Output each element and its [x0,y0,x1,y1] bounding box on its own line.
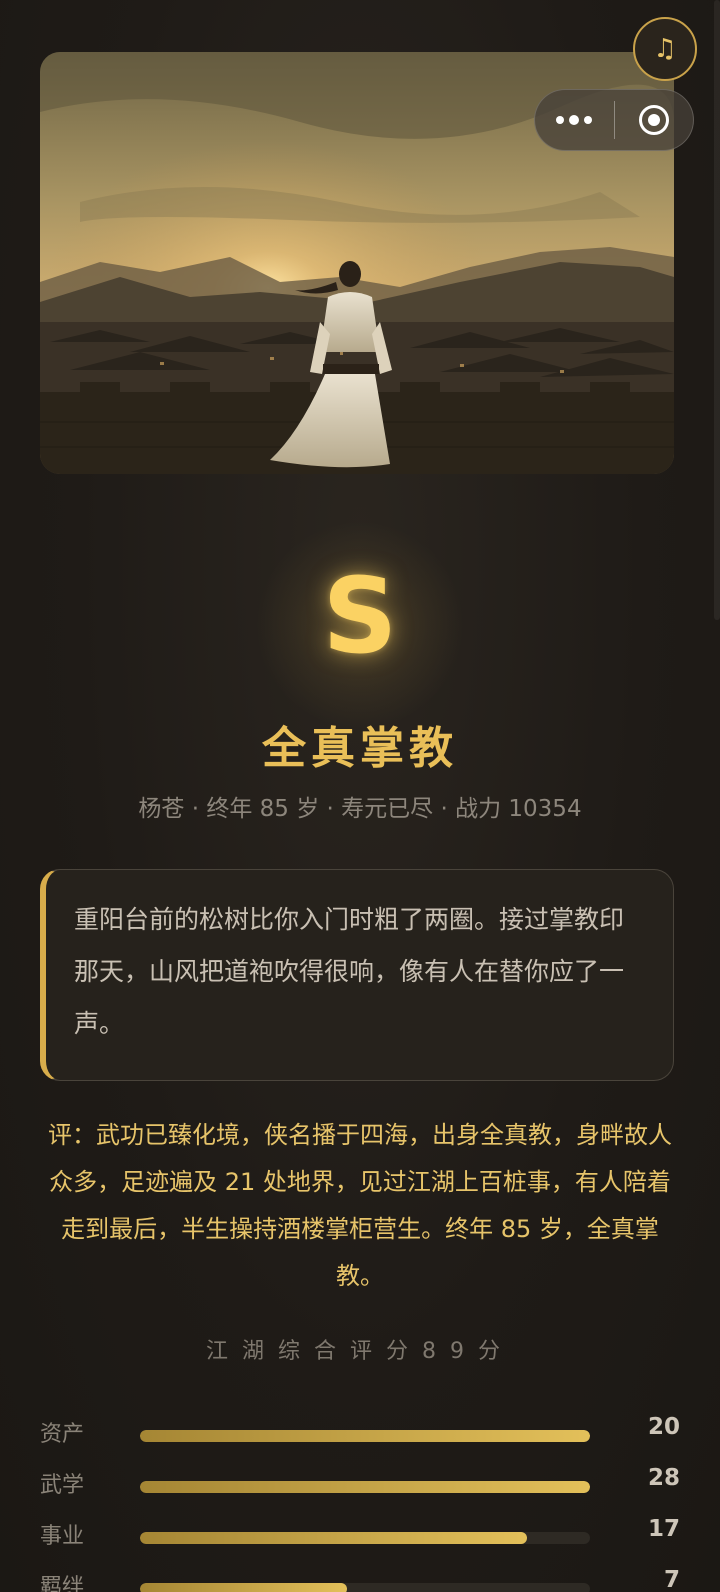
stat-label: 武学 [40,1473,85,1498]
result-title: 全真掌教 [262,723,458,774]
stat-row-career: 事业 17 [40,1516,680,1556]
epitaph-text: 重阳台前的松树比你入门时粗了两圈。接过掌教印那天，山风把道袍吹得很响，像有人在替… [74,905,625,1038]
verdict-text: 评：武功已臻化境，侠名播于四海，出身全真教，身畔故人众多，足迹遍及 21 处地界… [48,1121,672,1290]
stat-row-assets: 资产 20 [40,1414,680,1454]
stat-value: 20 [647,1414,680,1440]
stat-value: 7 [663,1567,680,1592]
more-dots-icon [556,116,565,124]
stat-bar [140,1481,590,1493]
music-note-icon: ♫ [653,34,677,64]
target-circle-icon [638,105,669,135]
stat-bar [140,1583,590,1592]
grade-letter: S [322,555,398,677]
music-toggle-button[interactable]: ♫ [633,17,697,81]
stat-bar [140,1532,590,1544]
epitaph-card: 重阳台前的松树比你入门时粗了两圈。接过掌教印那天，山风把道袍吹得很响，像有人在替… [40,869,674,1081]
more-button[interactable] [535,90,614,150]
overall-score: 江湖综合评分89分 [206,1339,514,1364]
stat-label: 事业 [40,1524,85,1549]
mini-program-capsule [534,89,694,151]
stat-label: 资产 [40,1422,85,1447]
stat-value: 17 [647,1516,680,1542]
result-page: ♫ S 全真掌教 杨苍 · 终年 85 岁 · 寿元已尽 · 战力 10354 … [0,0,720,1592]
close-mini-program-button[interactable] [615,90,694,150]
scrollbar[interactable] [714,0,720,620]
stat-bar [140,1430,590,1442]
stat-label: 羁绊 [40,1575,85,1592]
character-summary: 杨苍 · 终年 85 岁 · 寿元已尽 · 战力 10354 [138,796,582,822]
stat-row-martial: 武学 28 [40,1465,680,1505]
stat-row-bonds: 羁绊 7 [40,1567,680,1592]
stat-value: 28 [647,1465,680,1491]
